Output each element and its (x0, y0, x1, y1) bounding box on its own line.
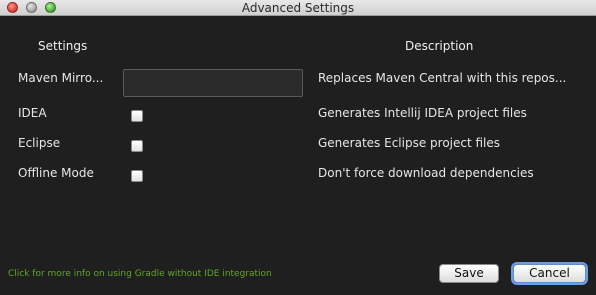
description-column-header: Description (405, 39, 474, 53)
ide-integration-info-link[interactable]: Click for more info on using Gradle with… (8, 269, 272, 279)
window-title: Advanced Settings (241, 1, 355, 15)
eclipse-description: Generates Eclipse project files (318, 136, 501, 150)
save-button[interactable]: Save (439, 264, 499, 283)
cancel-button[interactable]: Cancel (513, 264, 586, 283)
idea-checkbox[interactable] (131, 110, 143, 122)
settings-column-header: Settings (38, 39, 88, 53)
eclipse-label: Eclipse (18, 136, 61, 150)
offline-mode-label: Offline Mode (18, 166, 94, 180)
offline-mode-checkbox[interactable] (131, 170, 143, 182)
maven-mirror-input[interactable] (123, 69, 303, 97)
offline-mode-description: Don't force download dependencies (318, 166, 534, 180)
maven-mirror-label: Maven Mirro... (18, 71, 104, 85)
eclipse-checkbox[interactable] (131, 140, 143, 152)
idea-description: Generates Intellij IDEA project files (318, 106, 527, 120)
maven-mirror-description: Replaces Maven Central with this repos..… (318, 71, 567, 85)
idea-label: IDEA (18, 106, 47, 120)
title-bar[interactable]: Advanced Settings (0, 0, 596, 16)
